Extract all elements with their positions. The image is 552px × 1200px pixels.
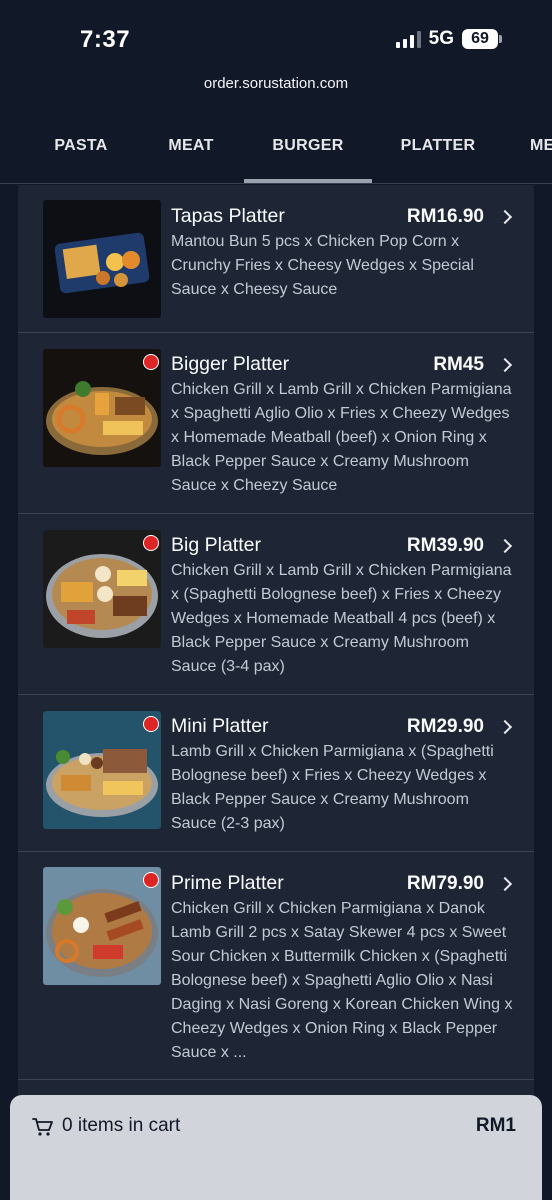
chevron-right-icon — [497, 876, 513, 892]
item-description: Mantou Bun 5 pcs x Chicken Pop Corn x Cr… — [171, 233, 474, 298]
status-indicators: 5G 69 — [395, 28, 502, 50]
item-price: RM29.90 — [406, 716, 484, 737]
item-name: Tapas Platter — [171, 205, 285, 227]
item-name: Prime Platter — [171, 872, 284, 894]
chevron-right-icon — [497, 357, 513, 373]
item-description: Chicken Grill x Lamb Grill x Chicken Par… — [171, 562, 512, 675]
cellular-signal-icon — [395, 30, 421, 48]
tab-platter[interactable]: PLATTER — [390, 102, 486, 183]
category-tabs: PASTA MEAT BURGER PLATTER ME — [0, 102, 552, 184]
chevron-right-icon — [497, 538, 513, 554]
status-bar: 7:37 5G 69 — [0, 0, 552, 70]
menu-list: Tapas Platter RM16.90 Mantou Bun 5 pcs x… — [18, 185, 534, 1200]
food-image — [43, 530, 161, 648]
item-price: RM16.90 — [406, 206, 484, 227]
battery-level: 69 — [462, 29, 498, 49]
active-tab-indicator — [244, 179, 372, 183]
item-name: Mini Platter — [171, 715, 269, 737]
item-description: Chicken Grill x Lamb Grill x Chicken Par… — [171, 381, 512, 494]
cart-item-count: 0 items in cart — [62, 1115, 181, 1136]
food-image — [43, 711, 161, 829]
browser-url[interactable]: order.sorustation.com — [0, 70, 552, 102]
item-name: Big Platter — [171, 534, 261, 556]
network-type: 5G — [428, 28, 454, 49]
item-price: RM79.90 — [406, 873, 484, 894]
item-description: Chicken Grill x Chicken Parmigiana x Dan… — [171, 900, 513, 1061]
tab-pasta[interactable]: PASTA — [40, 102, 122, 183]
food-image — [43, 349, 161, 467]
item-price: RM45 — [433, 354, 484, 375]
menu-item-prime-platter[interactable]: Prime Platter RM79.90 Chicken Grill x Ch… — [18, 852, 534, 1080]
chevron-right-icon — [497, 209, 513, 225]
halal-badge-icon — [143, 354, 159, 370]
status-time: 7:37 — [80, 26, 131, 53]
item-name: Bigger Platter — [171, 353, 290, 375]
cart-bar[interactable]: 0 items in cart RM1 — [10, 1095, 542, 1200]
item-description: Lamb Grill x Chicken Parmigiana x (Spagh… — [171, 743, 494, 832]
halal-badge-icon — [143, 716, 159, 732]
cart-total: RM1 — [475, 1115, 516, 1136]
chevron-right-icon — [497, 719, 513, 735]
menu-item-mini-platter[interactable]: Mini Platter RM29.90 Lamb Grill x Chicke… — [18, 695, 534, 852]
battery-icon: 69 — [462, 29, 502, 49]
food-image — [43, 200, 161, 318]
halal-badge-icon — [143, 535, 159, 551]
menu-item-big-platter[interactable]: Big Platter RM39.90 Chicken Grill x Lamb… — [18, 514, 534, 695]
menu-item-bigger-platter[interactable]: Bigger Platter RM45 Chicken Grill x Lamb… — [18, 333, 534, 514]
shopping-cart-icon — [32, 1118, 53, 1136]
halal-badge-icon — [143, 872, 159, 888]
food-image — [43, 867, 161, 985]
tab-more[interactable]: ME — [530, 102, 552, 183]
menu-item-tapas-platter[interactable]: Tapas Platter RM16.90 Mantou Bun 5 pcs x… — [18, 185, 534, 333]
tab-burger[interactable]: BURGER — [244, 102, 372, 183]
item-price: RM39.90 — [406, 535, 484, 556]
tab-meat[interactable]: MEAT — [150, 102, 232, 183]
